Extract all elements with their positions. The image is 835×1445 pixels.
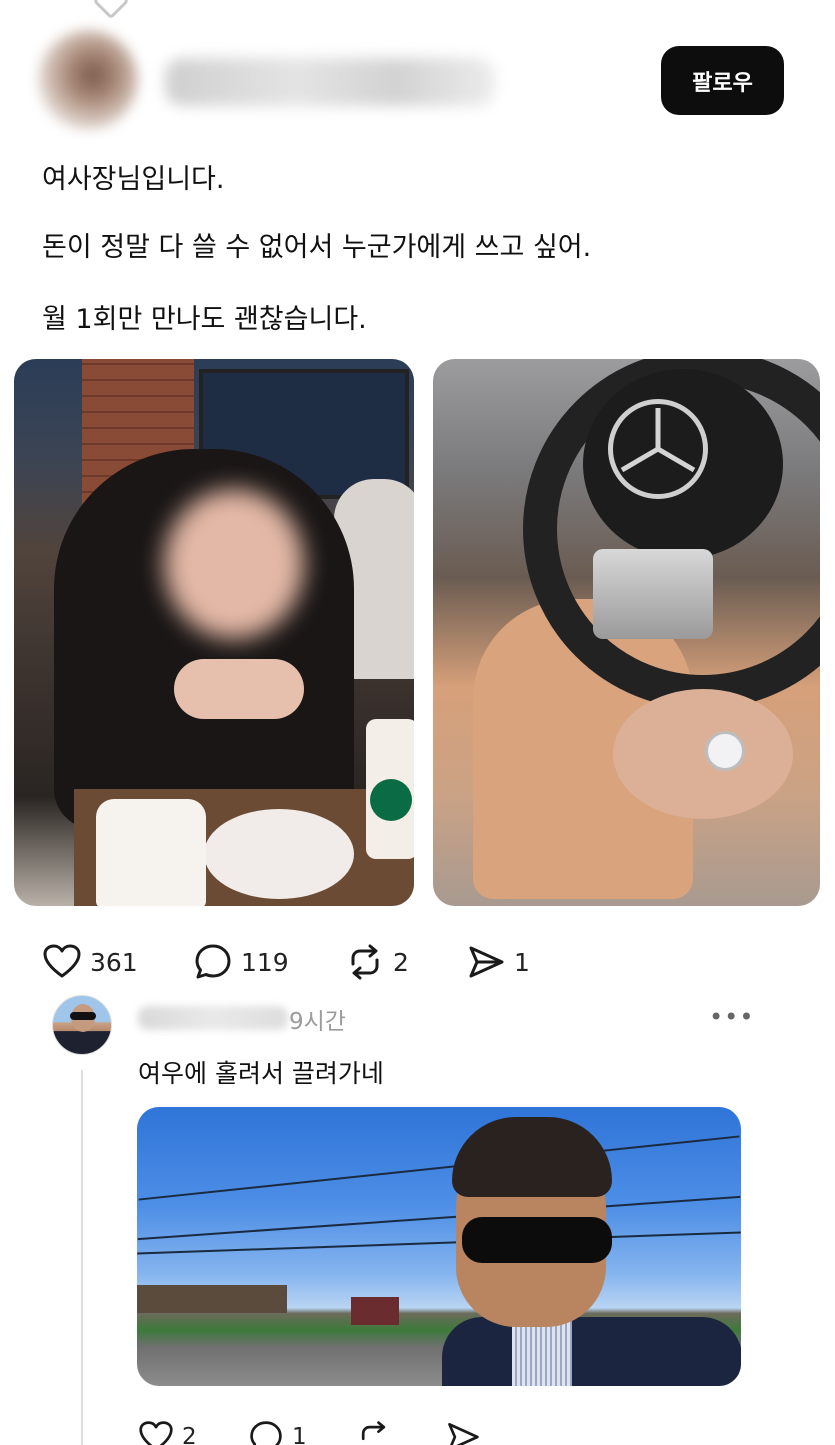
reply-text: 여우에 홀려서 끌려가네	[138, 1059, 384, 1088]
like-count: 361	[90, 947, 138, 977]
author-avatar[interactable]	[38, 30, 138, 130]
post-photo-car[interactable]	[433, 359, 820, 906]
reply-comment-count: 1	[292, 1424, 307, 1445]
pin-icon	[92, 0, 130, 18]
reply-photo-selfie[interactable]	[137, 1107, 741, 1386]
heart-icon	[139, 1421, 173, 1445]
mercedes-logo-icon	[608, 399, 708, 499]
roadside-sign	[351, 1297, 399, 1325]
send-icon	[448, 1423, 479, 1445]
cake-plate	[204, 809, 354, 899]
suit-jacket	[442, 1317, 741, 1386]
avatar-sunglasses	[70, 1012, 96, 1020]
starbucks-logo	[370, 779, 412, 821]
reply-like-count: 2	[182, 1424, 197, 1445]
comment-button[interactable]: 119	[193, 942, 289, 982]
coffee-cup	[96, 799, 206, 906]
distant-building	[137, 1285, 287, 1313]
send-icon	[469, 946, 504, 978]
post-text-line-2: 돈이 정말 다 쓸 수 없어서 누군가에게 쓰고 싶어.	[42, 232, 592, 263]
sunglasses	[462, 1217, 612, 1263]
reply-author-avatar[interactable]	[52, 995, 112, 1055]
more-options-icon[interactable]: •••	[709, 1003, 754, 1031]
share-count: 1	[514, 947, 530, 977]
wheel-spoke	[593, 549, 713, 639]
top-cutoff-strip	[0, 0, 835, 18]
follow-button[interactable]: 팔로우	[661, 46, 784, 115]
selfie-man	[442, 1117, 741, 1386]
peace-sign-hand	[174, 659, 304, 719]
repost-icon	[351, 944, 379, 980]
post-text-line-3: 월 1회만 만나도 괜찮습니다.	[42, 304, 367, 335]
post-photo-cafe[interactable]	[14, 359, 414, 906]
repost-button[interactable]: 2	[345, 942, 409, 982]
heart-icon	[43, 944, 81, 978]
thread-line	[81, 1070, 83, 1445]
like-button[interactable]: 361	[42, 942, 138, 982]
comment-count: 119	[241, 947, 289, 977]
author-name-blurred[interactable]	[165, 58, 495, 106]
blurred-face	[164, 489, 304, 639]
hand	[613, 689, 793, 819]
repost-icon	[361, 1421, 386, 1441]
man-hair	[452, 1117, 612, 1197]
comment-icon	[250, 1421, 282, 1445]
striped-shirt	[512, 1317, 572, 1386]
repost-count: 2	[393, 947, 409, 977]
reply-timestamp: 9시간	[289, 1009, 346, 1035]
comment-icon	[195, 944, 231, 979]
reply-share-button[interactable]	[445, 1417, 481, 1445]
ring	[705, 731, 745, 771]
reply-author-name-blurred[interactable]	[138, 1006, 288, 1030]
reply-comment-button[interactable]: 1	[248, 1417, 307, 1445]
reply-repost-button[interactable]	[356, 1417, 392, 1445]
reply-like-button[interactable]: 2	[138, 1417, 197, 1445]
post-text-line-1: 여사장님입니다.	[42, 164, 225, 195]
share-button[interactable]: 1	[466, 942, 530, 982]
